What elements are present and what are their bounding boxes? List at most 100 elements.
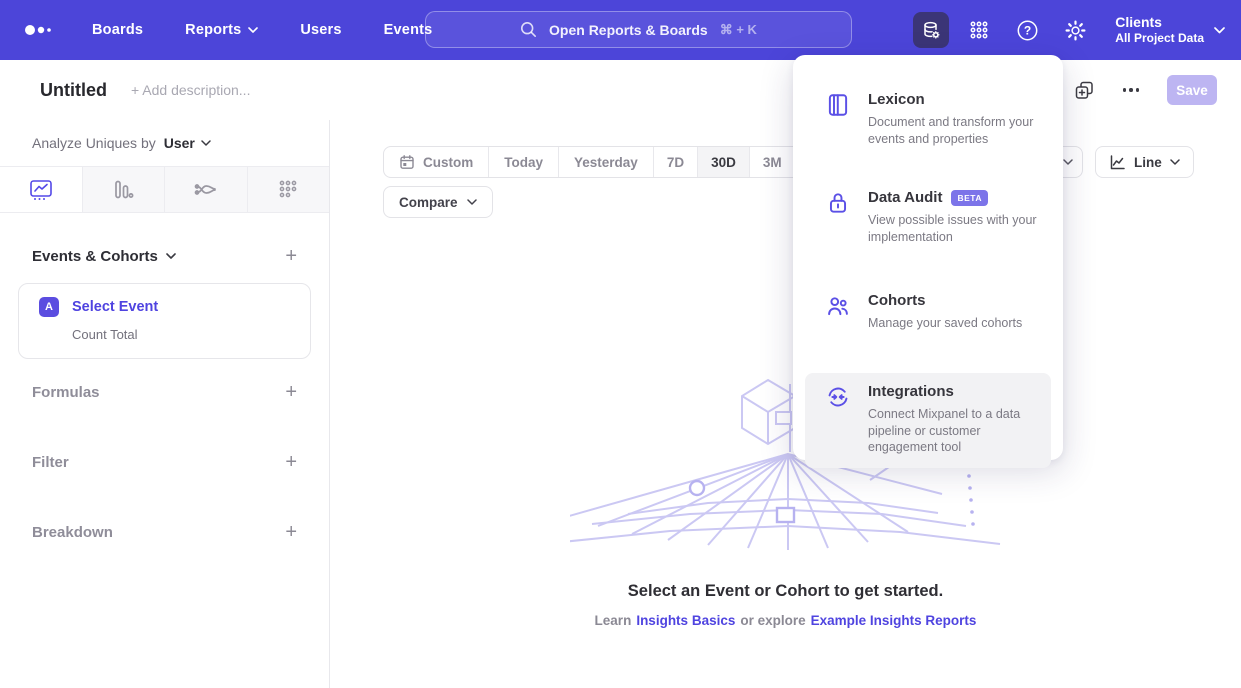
analyze-row: Analyze Uniques by User <box>0 120 329 166</box>
menu-item-integrations[interactable]: Integrations Connect Mixpanel to a data … <box>805 373 1051 468</box>
project-name: Clients <box>1115 14 1204 31</box>
flow-tab-icon <box>193 178 219 202</box>
insights-line-tab-icon <box>28 178 54 202</box>
cohorts-people-icon <box>825 293 851 319</box>
help-icon: ? <box>1016 19 1039 42</box>
event-card[interactable]: A Select Event Count Total <box>18 283 311 359</box>
nav-item-boards[interactable]: Boards <box>92 22 143 38</box>
bar-chart-tab-icon <box>111 178 135 202</box>
add-filter-button[interactable]: + <box>285 452 297 472</box>
date-range-3m[interactable]: 3M <box>749 147 795 177</box>
chevron-down-icon <box>1170 159 1180 165</box>
add-event-button[interactable]: + <box>285 246 297 266</box>
mixpanel-dots-logo[interactable] <box>24 23 54 37</box>
top-nav-right: ? Clients All Project Data <box>913 0 1225 60</box>
data-management-icon <box>920 19 942 41</box>
analyze-unit-value: User <box>164 135 195 151</box>
duplicate-icon[interactable] <box>1074 80 1095 101</box>
breakdown-section: Breakdown + <box>0 522 329 542</box>
chevron-down-icon <box>467 199 477 205</box>
chevron-down-icon <box>201 140 211 146</box>
analyze-prefix: Analyze Uniques by <box>32 135 156 151</box>
save-button[interactable]: Save <box>1167 75 1217 105</box>
analyze-unit-dropdown[interactable]: User <box>164 135 211 151</box>
compare-dropdown[interactable]: Compare <box>383 186 493 218</box>
event-aggregation-label[interactable]: Count Total <box>72 327 290 342</box>
nav-item-label: Users <box>300 22 341 38</box>
report-description-placeholder[interactable]: + Add description... <box>131 82 250 98</box>
menu-item-cohorts[interactable]: Cohorts Manage your saved cohorts <box>805 282 1051 344</box>
filter-section: Filter + <box>0 452 329 472</box>
nav-item-reports[interactable]: Reports <box>185 22 258 38</box>
date-range-label: Custom <box>423 155 473 170</box>
menu-item-description: Connect Mixpanel to a data pipeline or c… <box>868 406 1041 456</box>
menu-item-title: Integrations <box>868 383 1041 400</box>
date-range-label: 30D <box>711 155 736 170</box>
date-range-yesterday[interactable]: Yesterday <box>558 147 653 177</box>
date-range-30d[interactable]: 30D <box>697 147 749 177</box>
date-range-today[interactable]: Today <box>488 147 558 177</box>
data-management-button[interactable] <box>913 12 949 48</box>
report-header-actions: Save <box>1074 75 1218 105</box>
tab-flow[interactable] <box>164 167 247 212</box>
menu-item-lexicon[interactable]: Lexicon Document and transform your even… <box>805 81 1051 159</box>
insights-basics-link[interactable]: Insights Basics <box>636 613 735 628</box>
menu-item-data-audit[interactable]: Data Audit BETA View possible issues wit… <box>805 179 1051 257</box>
more-ellipsis-icon[interactable] <box>1119 84 1144 96</box>
add-breakdown-button[interactable]: + <box>285 522 297 542</box>
apps-grid-icon <box>968 19 990 41</box>
select-event-button[interactable]: Select Event <box>72 299 158 315</box>
date-range-7d[interactable]: 7D <box>653 147 697 177</box>
learn-prefix: Learn <box>595 613 632 628</box>
settings-button[interactable] <box>1057 12 1093 48</box>
empty-state-links: Learn Insights Basics or explore Example… <box>330 613 1241 628</box>
events-cohorts-dropdown[interactable]: Events & Cohorts <box>32 248 176 265</box>
apps-grid-button[interactable] <box>961 12 997 48</box>
chevron-down-icon <box>166 253 176 259</box>
primary-nav: Boards Reports Users Events <box>92 22 432 38</box>
filter-label: Filter <box>32 454 69 471</box>
chart-type-tabs <box>0 166 329 213</box>
nav-item-users[interactable]: Users <box>300 22 341 38</box>
date-range-label: Yesterday <box>574 155 638 170</box>
chevron-down-icon <box>1063 159 1073 165</box>
data-audit-lock-icon <box>825 190 851 216</box>
beta-badge: BETA <box>951 190 988 206</box>
search-icon <box>520 21 537 38</box>
menu-item-description: Document and transform your events and p… <box>868 114 1041 147</box>
data-management-menu: Lexicon Document and transform your even… <box>793 55 1063 460</box>
global-search-input[interactable]: Open Reports & Boards ⌘ + K <box>425 11 852 48</box>
date-range-label: 7D <box>667 155 684 170</box>
date-range-label: Today <box>504 155 543 170</box>
tab-metric-grid[interactable] <box>247 167 330 212</box>
compare-label: Compare <box>399 195 458 210</box>
breakdown-label: Breakdown <box>32 524 113 541</box>
events-cohorts-label: Events & Cohorts <box>32 248 158 265</box>
example-insights-reports-link[interactable]: Example Insights Reports <box>811 613 977 628</box>
nav-item-label: Boards <box>92 22 143 38</box>
chevron-down-icon <box>1214 27 1225 34</box>
date-range-label: 3M <box>763 155 782 170</box>
query-builder-sidebar: Analyze Uniques by User <box>0 120 330 688</box>
top-nav: Boards Reports Users Events Open Reports… <box>0 0 1241 60</box>
search-shortcut: ⌘ + K <box>720 22 757 38</box>
chart-type-dropdown[interactable]: Line <box>1095 146 1194 178</box>
menu-item-title: Data Audit <box>868 189 942 206</box>
tab-bar-chart[interactable] <box>82 167 165 212</box>
integrations-sync-icon <box>825 384 851 410</box>
menu-item-description: Manage your saved cohorts <box>868 315 1022 332</box>
nav-item-label: Reports <box>185 22 241 38</box>
report-canvas: Custom Today Yesterday 7D 30D 3M 6M Comp… <box>330 120 1241 688</box>
date-range-custom[interactable]: Custom <box>384 147 488 177</box>
menu-item-title: Cohorts <box>868 292 1022 309</box>
add-formula-button[interactable]: + <box>285 382 297 402</box>
project-selector[interactable]: Clients All Project Data <box>1115 14 1225 46</box>
help-button[interactable]: ? <box>1009 12 1045 48</box>
links-middle-text: or explore <box>740 613 805 628</box>
report-title[interactable]: Untitled <box>40 80 107 101</box>
svg-text:?: ? <box>1024 23 1031 37</box>
search-placeholder: Open Reports & Boards <box>549 22 708 38</box>
line-chart-icon <box>1109 154 1126 171</box>
menu-item-description: View possible issues with your implement… <box>868 212 1041 245</box>
tab-insights-line[interactable] <box>0 167 82 212</box>
